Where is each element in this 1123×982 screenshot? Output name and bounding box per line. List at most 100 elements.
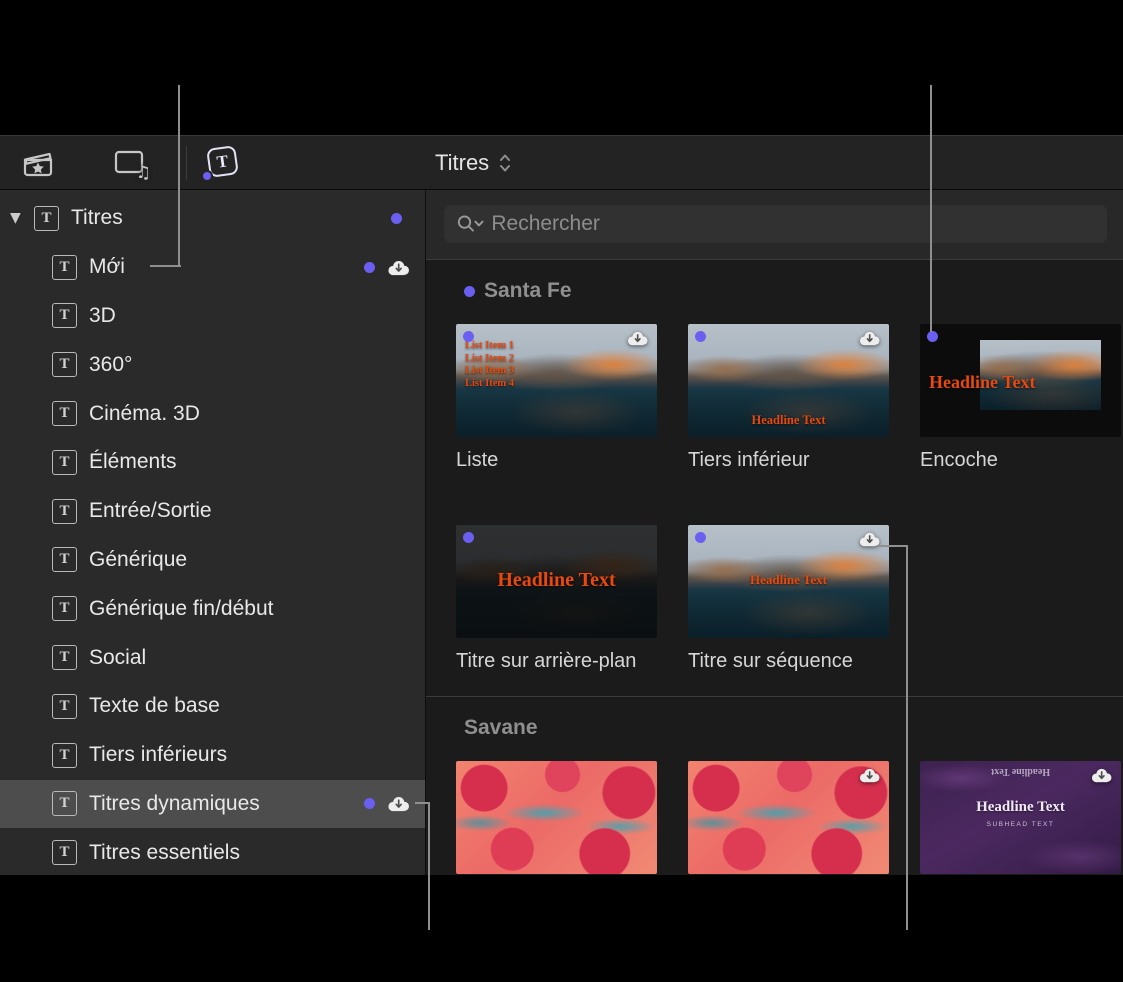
sidebar-item-l-ments[interactable]: TÉléments — [0, 438, 425, 487]
thumbnail-label: Liste — [456, 448, 657, 473]
sidebar-item-g-n-rique[interactable]: TGénérique — [0, 536, 425, 585]
thumbnail-preview[interactable]: Headline TextHeadline TextSubhead Text — [920, 761, 1121, 874]
media-browser-button[interactable] — [16, 141, 60, 185]
sidebar-item-label: Générique fin/début — [89, 597, 273, 621]
title-category-icon: T — [52, 547, 77, 572]
title-item[interactable]: Headline TextHeadline TextSubhead Text — [920, 761, 1121, 874]
title-item-encoche[interactable]: Headline Text Encoche — [920, 324, 1121, 473]
sidebar-item-cin-ma-3d[interactable]: TCinéma. 3D — [0, 389, 425, 438]
sidebar-item-label: Titres dynamiques — [89, 792, 260, 816]
sidebar-item-texte-de-base[interactable]: T Texte de base — [0, 682, 425, 731]
headline-text: Headline Text — [929, 372, 1036, 393]
search-band — [426, 190, 1123, 260]
cloud-download-icon[interactable] — [857, 766, 882, 784]
callout-line-encoche-vertical — [930, 85, 932, 332]
title-item[interactable] — [456, 761, 657, 874]
thumbnail-label: Encoche — [920, 448, 1121, 473]
thumbnail-preview[interactable]: List Item 1List Item 2List Item 3List It… — [456, 324, 657, 437]
list-items-text: List Item 1List Item 2List Item 3List It… — [465, 340, 514, 390]
browser-mode-dropdown[interactable]: Titres — [435, 136, 512, 189]
callout-line-moi-vertical — [178, 85, 180, 267]
download-status-dot — [201, 170, 213, 182]
thumbnail-preview[interactable] — [688, 761, 889, 874]
title-category-icon: T — [52, 694, 77, 719]
cloud-download-icon[interactable] — [1089, 766, 1114, 784]
sidebar-list: ▼TTitresTMớiT3DT360°TCinéma. 3DTÉléments… — [0, 194, 425, 875]
search-input[interactable] — [491, 212, 1095, 236]
section-title: Savane — [464, 716, 538, 740]
thumbnail-preview[interactable]: Headline Text — [456, 525, 657, 638]
sidebar-item-label: Cinéma. 3D — [89, 402, 200, 426]
title-item-titre-sur-arri-re-plan[interactable]: Headline TextTitre sur arrière-plan — [456, 525, 657, 674]
sidebar-item-g-n-rique-fin-d-but[interactable]: T Générique fin/début — [0, 584, 425, 633]
sidebar-item-label: Titres — [71, 206, 123, 230]
cloud-download-icon[interactable] — [385, 258, 412, 277]
sidebar-item-label: Entrée/Sortie — [89, 499, 212, 523]
callout-line-sequence-horizontal — [878, 545, 908, 547]
title-category-icon: T — [52, 303, 77, 328]
sidebar-item-label: Tiers inférieurs — [89, 743, 227, 767]
title-category-icon: T — [34, 206, 59, 231]
title-category-icon: T — [52, 596, 77, 621]
title-category-icon: T — [52, 499, 77, 524]
disclosure-triangle-icon[interactable]: ▼ — [10, 210, 34, 226]
headline-text: Headline Text — [920, 799, 1121, 816]
download-status-dot — [463, 532, 474, 543]
title-item-tiers-inf-rieur[interactable]: Headline TextTiers inférieur — [688, 324, 889, 473]
sidebar-item-m-i[interactable]: TMới — [0, 243, 425, 292]
sidebar-item-titres-dynamiques[interactable]: T Titres dynamiques — [0, 780, 425, 829]
sidebar-item-label: Éléments — [89, 450, 177, 474]
photo-music-note-icon: ♫ — [113, 149, 147, 177]
browser-toolbar: ♫ T Titres — [0, 135, 1123, 190]
title-item[interactable] — [688, 761, 889, 874]
titles-t-icon: T — [201, 143, 241, 183]
sidebar-item-titres-essentiels[interactable]: TTitres essentiels — [0, 828, 425, 875]
titles-browser-window: ♫ T Titres ▼TTitresTMớiT3DT360° — [0, 135, 1123, 875]
sidebar-item-label: Texte de base — [89, 694, 220, 718]
title-item-titre-sur-s-quence[interactable]: Headline Text Titre sur séquence — [688, 525, 889, 674]
cloud-download-icon[interactable] — [857, 329, 882, 347]
sidebar-item-label: Titres essentiels — [89, 841, 240, 865]
dropdown-label: Titres — [435, 150, 489, 176]
download-status-dot — [391, 213, 402, 224]
toolbar-divider — [186, 146, 187, 180]
callout-line-sequence-vertical — [906, 545, 908, 930]
headline-text: Headline Text — [688, 572, 889, 588]
title-category-icon: T — [52, 743, 77, 768]
download-status-dot — [364, 262, 375, 273]
title-category-icon: T — [52, 352, 77, 377]
thumbnail-preview[interactable] — [456, 761, 657, 874]
content-area: Santa Fe List Item 1List Item 2List Item … — [425, 190, 1123, 875]
thumbnail-grid: List Item 1List Item 2List Item 3List It… — [456, 324, 1123, 674]
search-icon — [456, 213, 484, 235]
subhead-text: Subhead Text — [920, 821, 1121, 828]
cloud-download-icon[interactable] — [385, 794, 412, 813]
download-status-dot — [364, 798, 375, 809]
chevron-updown-icon — [498, 151, 512, 175]
section-header: Savane — [464, 715, 1123, 741]
title-item-liste[interactable]: List Item 1List Item 2List Item 3List It… — [456, 324, 657, 473]
titles-generators-browser-button[interactable]: T — [199, 141, 243, 185]
headline-text: Headline Text — [688, 413, 889, 428]
sidebar-item-entr-e-sortie[interactable]: T Entrée/Sortie — [0, 487, 425, 536]
thumbnail-preview[interactable]: Headline Text — [688, 324, 889, 437]
sidebar-item-social[interactable]: TSocial — [0, 633, 425, 682]
sidebar-item-label: 360° — [89, 353, 132, 377]
annotated-screenshot: ♫ T Titres ▼TTitresTMớiT3DT360° — [0, 0, 1123, 982]
sidebar-item-360[interactable]: T 360° — [0, 340, 425, 389]
headline-text: Headline Text — [456, 569, 657, 592]
sidebar-item-label: Mới — [89, 255, 125, 279]
thumbnail-preview[interactable]: Headline Text — [688, 525, 889, 638]
search-field[interactable] — [444, 205, 1107, 243]
sidebar-item-3d[interactable]: T3D — [0, 292, 425, 341]
browser-body: ▼TTitresTMớiT3DT360°TCinéma. 3DTÉléments… — [0, 190, 1123, 875]
clapperboard-star-icon — [21, 148, 55, 178]
thumbnail-label: Titre sur séquence — [688, 649, 889, 674]
cloud-download-icon[interactable] — [625, 329, 650, 347]
sidebar-item-titres[interactable]: ▼T Titres — [0, 194, 425, 243]
thumbnail-preview[interactable]: Headline Text — [920, 324, 1121, 437]
title-category-icon: T — [52, 791, 77, 816]
section-title: Santa Fe — [484, 279, 572, 303]
photos-audio-browser-button[interactable]: ♫ — [108, 141, 152, 185]
sidebar-item-tiers-inf-rieurs[interactable]: T Tiers inférieurs — [0, 731, 425, 780]
